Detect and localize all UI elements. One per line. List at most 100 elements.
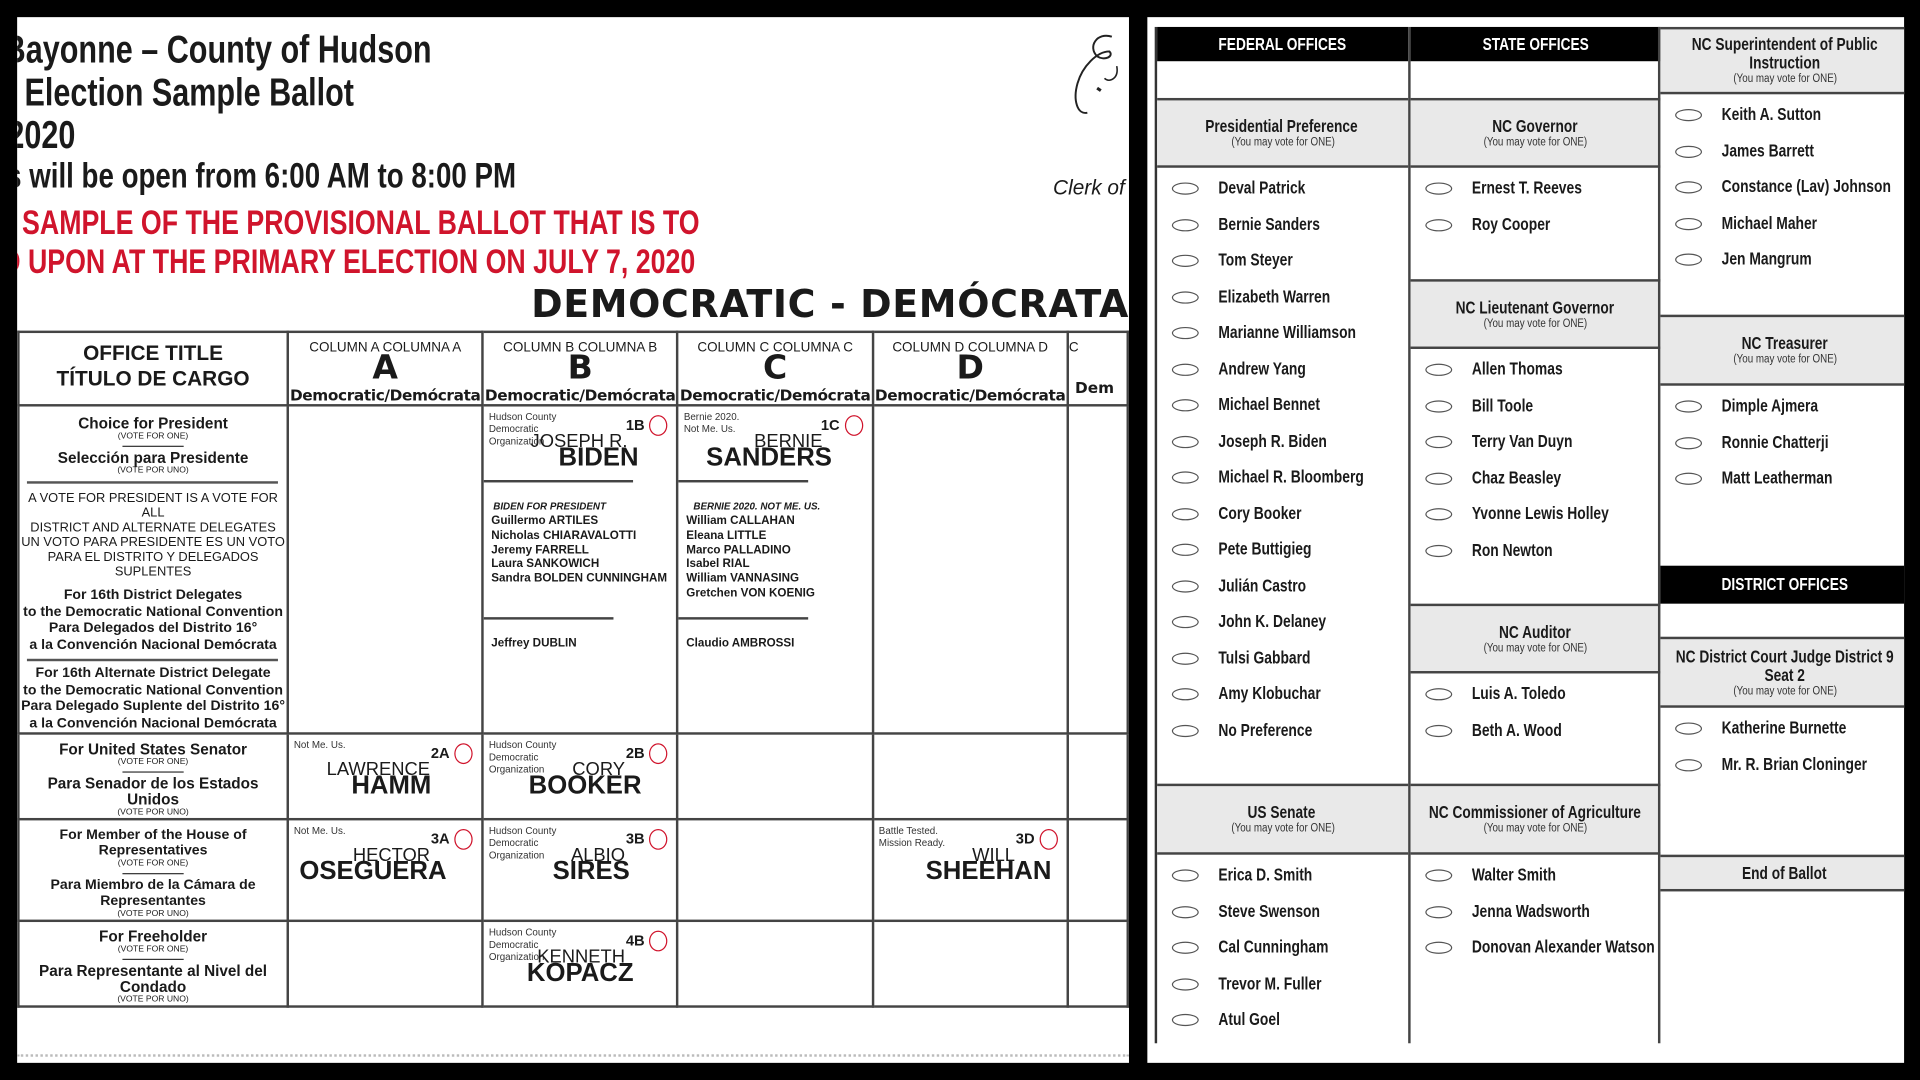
vote-oval-icon[interactable] [1425, 472, 1453, 485]
candidate-option[interactable]: Matt Leatherman [1660, 467, 1904, 491]
vote-circle-icon[interactable] [649, 828, 668, 850]
candidate-kopacz[interactable]: Hudson County Democratic Organization 4B K… [485, 923, 675, 990]
vote-circle-icon[interactable] [649, 415, 668, 436]
candidate-option[interactable]: Jen Mangrum [1660, 247, 1904, 271]
vote-oval-icon[interactable] [1171, 435, 1199, 448]
candidate-option[interactable]: Dimple Ajmera [1660, 394, 1904, 418]
candidate-option[interactable]: Erica D. Smith [1157, 863, 1408, 887]
candidate-option[interactable]: Elizabeth Warren [1157, 285, 1408, 309]
vote-oval-icon[interactable] [1171, 869, 1199, 882]
vote-oval-icon[interactable] [1171, 507, 1199, 520]
candidate-option[interactable]: Marianne Williamson [1157, 321, 1408, 345]
vote-oval-icon[interactable] [1171, 579, 1199, 593]
vote-oval-icon[interactable] [1171, 471, 1199, 484]
vote-oval-icon[interactable] [1171, 977, 1199, 991]
candidate-option[interactable]: No Preference [1157, 718, 1408, 742]
candidate-option[interactable]: Allen Thomas [1411, 358, 1661, 382]
candidate-option[interactable]: Steve Swenson [1157, 899, 1408, 923]
vote-oval-icon[interactable] [1171, 1013, 1199, 1027]
candidate-option[interactable]: Terry Van Duyn [1411, 430, 1661, 454]
candidate-option[interactable]: Michael Bennet [1157, 393, 1408, 417]
vote-oval-icon[interactable] [1171, 182, 1199, 195]
vote-oval-icon[interactable] [1425, 182, 1453, 195]
vote-oval-icon[interactable] [1425, 905, 1453, 918]
candidate-option[interactable]: Joseph R. Biden [1157, 429, 1408, 453]
vote-oval-icon[interactable] [1425, 363, 1453, 376]
vote-oval-icon[interactable] [1675, 253, 1703, 266]
vote-oval-icon[interactable] [1425, 399, 1453, 413]
candidate-booker[interactable]: Hudson County Democratic Organization 2B C… [485, 736, 675, 803]
vote-oval-icon[interactable] [1171, 941, 1199, 954]
candidate-option[interactable]: Tom Steyer [1157, 249, 1408, 273]
vote-oval-icon[interactable] [1675, 400, 1703, 413]
vote-oval-icon[interactable] [1425, 688, 1453, 701]
candidate-option[interactable]: Jenna Wadsworth [1411, 899, 1661, 923]
vote-oval-icon[interactable] [1675, 722, 1703, 735]
candidate-option[interactable]: Chaz Beasley [1411, 466, 1661, 490]
candidate-option[interactable]: Keith A. Sutton [1660, 103, 1904, 127]
vote-oval-icon[interactable] [1171, 218, 1199, 231]
candidate-option[interactable]: Bill Toole [1411, 394, 1661, 418]
vote-oval-icon[interactable] [1425, 218, 1453, 231]
candidate-option[interactable]: Walter Smith [1411, 863, 1661, 887]
vote-oval-icon[interactable] [1675, 436, 1703, 449]
vote-oval-icon[interactable] [1171, 290, 1199, 304]
candidate-option[interactable]: James Barrett [1660, 139, 1904, 163]
vote-oval-icon[interactable] [1675, 758, 1703, 771]
vote-oval-icon[interactable] [1171, 615, 1199, 629]
vote-oval-icon[interactable] [1171, 326, 1199, 340]
candidate-sheehan[interactable]: Battle Tested. Mission Ready. 3D WILL SHE… [875, 822, 1065, 889]
candidate-option[interactable]: Mr. R. Brian Cloninger [1660, 752, 1904, 776]
candidate-option[interactable]: Ron Newton [1411, 538, 1661, 562]
candidate-hamm[interactable]: Not Me. Us. 2A LAWRENCE HAMM [290, 736, 480, 803]
candidate-option[interactable]: Trevor M. Fuller [1157, 972, 1408, 996]
vote-circle-icon[interactable] [649, 743, 668, 765]
vote-oval-icon[interactable] [1425, 544, 1453, 557]
vote-oval-icon[interactable] [1675, 181, 1703, 194]
candidate-option[interactable]: Donovan Alexander Watson [1411, 936, 1661, 960]
candidate-option[interactable]: John K. Delaney [1157, 610, 1408, 634]
candidate-option[interactable]: Michael Maher [1660, 211, 1904, 235]
vote-oval-icon[interactable] [1171, 724, 1199, 737]
vote-oval-icon[interactable] [1171, 905, 1199, 918]
vote-circle-icon[interactable] [454, 828, 473, 850]
vote-oval-icon[interactable] [1675, 145, 1703, 158]
vote-oval-icon[interactable] [1675, 217, 1703, 230]
vote-oval-icon[interactable] [1675, 472, 1703, 485]
candidate-option[interactable]: Tulsi Gabbard [1157, 646, 1408, 670]
candidate-option[interactable]: Amy Klobuchar [1157, 682, 1408, 706]
vote-oval-icon[interactable] [1171, 652, 1199, 665]
vote-oval-icon[interactable] [1171, 399, 1199, 412]
candidate-option[interactable]: Katherine Burnette [1660, 716, 1904, 740]
vote-oval-icon[interactable] [1425, 941, 1453, 954]
candidate-option[interactable]: Bernie Sanders [1157, 212, 1408, 236]
vote-oval-icon[interactable] [1425, 724, 1453, 737]
vote-circle-icon[interactable] [844, 415, 863, 436]
candidate-option[interactable]: Atul Goel [1157, 1008, 1408, 1032]
candidate-option[interactable]: Julián Castro [1157, 574, 1408, 598]
candidate-option[interactable]: Cory Booker [1157, 501, 1408, 525]
vote-oval-icon[interactable] [1675, 108, 1703, 122]
candidate-option[interactable]: Michael R. Bloomberg [1157, 465, 1408, 489]
candidate-option[interactable]: Constance (Lav) Johnson [1660, 175, 1904, 199]
vote-oval-icon[interactable] [1171, 254, 1199, 267]
candidate-option[interactable]: Yvonne Lewis Holley [1411, 502, 1661, 526]
candidate-option[interactable]: Roy Cooper [1411, 212, 1661, 236]
vote-oval-icon[interactable] [1425, 508, 1453, 521]
candidate-option[interactable]: Beth A. Wood [1411, 718, 1661, 742]
vote-oval-icon[interactable] [1171, 688, 1199, 701]
candidate-option[interactable]: Cal Cunningham [1157, 936, 1408, 960]
candidate-option[interactable]: Andrew Yang [1157, 357, 1408, 381]
vote-circle-icon[interactable] [649, 930, 668, 952]
candidate-option[interactable]: Luis A. Toledo [1411, 682, 1661, 706]
vote-circle-icon[interactable] [1039, 828, 1058, 850]
candidate-option[interactable]: Deval Patrick [1157, 176, 1408, 200]
candidate-sires[interactable]: Hudson County Democratic Organization 3B A… [485, 822, 675, 889]
vote-oval-icon[interactable] [1171, 543, 1199, 556]
candidate-oseguera[interactable]: Not Me. Us. 3A HECTOR OSEGUERA [290, 822, 480, 889]
candidate-sanders[interactable]: Bernie 2020. Not Me. Us. 1C BERNIE SANDER… [680, 408, 870, 475]
candidate-option[interactable]: Ronnie Chatterji [1660, 430, 1904, 454]
vote-oval-icon[interactable] [1425, 435, 1453, 449]
vote-oval-icon[interactable] [1171, 363, 1199, 376]
candidate-option[interactable]: Ernest T. Reeves [1411, 176, 1661, 200]
